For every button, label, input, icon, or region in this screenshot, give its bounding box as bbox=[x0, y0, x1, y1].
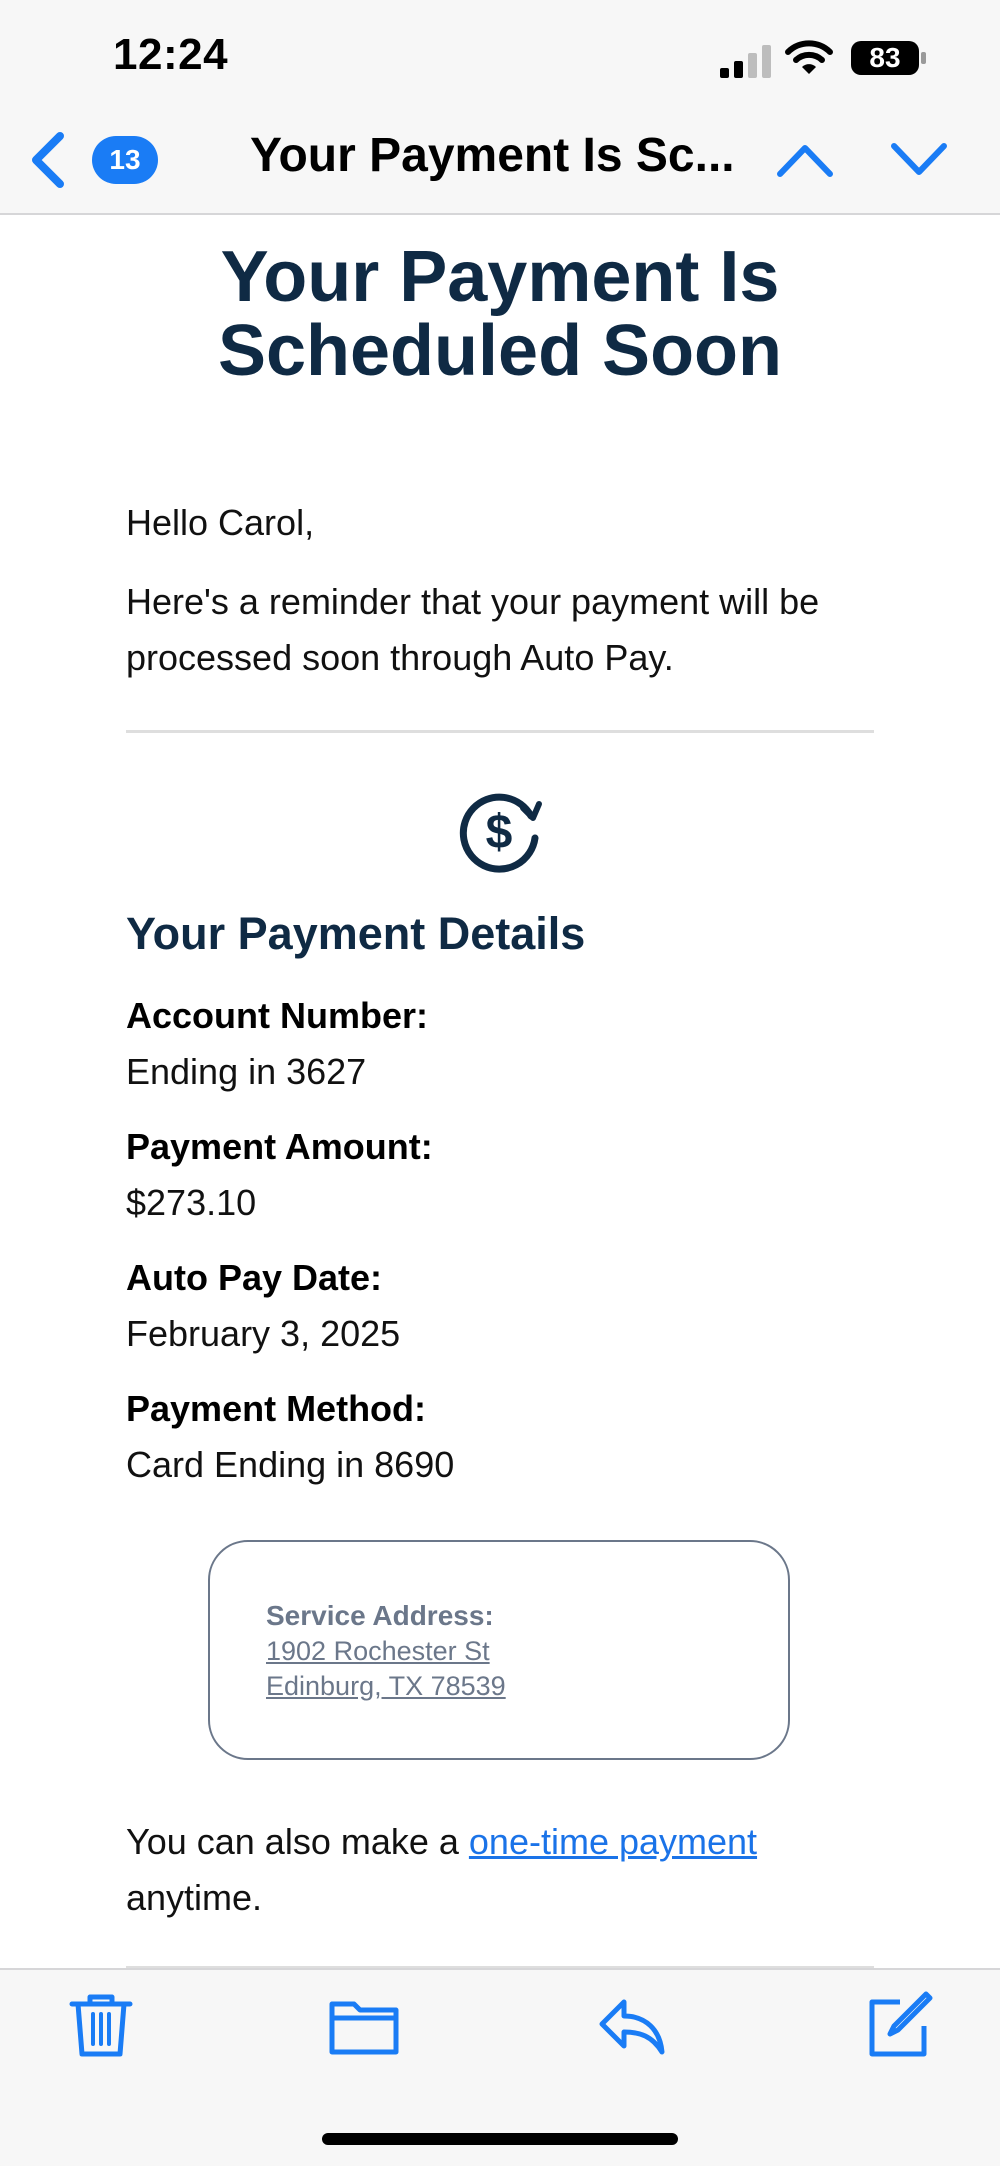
email-heading-line2: Scheduled Soon bbox=[217, 311, 783, 391]
service-address-line2[interactable]: Edinburg, TX 78539 bbox=[266, 1671, 506, 1702]
status-bar: 12:24 83 bbox=[0, 0, 1000, 118]
service-address-line1[interactable]: 1902 Rochester St bbox=[266, 1636, 490, 1667]
one-time-prefix: You can also make a bbox=[126, 1821, 469, 1862]
email-heading: Your Payment Is Scheduled Soon bbox=[100, 240, 900, 388]
intro-text: Here's a reminder that your payment will… bbox=[126, 581, 820, 678]
home-indicator[interactable] bbox=[322, 2133, 678, 2145]
folder-icon[interactable] bbox=[328, 1990, 402, 2060]
one-time-suffix: anytime. bbox=[126, 1877, 263, 1918]
auto-pay-date-label: Auto Pay Date: bbox=[126, 1257, 383, 1298]
payment-method-value: Card Ending in 8690 bbox=[126, 1444, 455, 1485]
svg-text:$: $ bbox=[486, 806, 513, 859]
chevron-left-icon[interactable] bbox=[26, 130, 70, 190]
payment-amount-value: $273.10 bbox=[126, 1182, 257, 1223]
dollar-refresh-icon: $ bbox=[459, 793, 542, 873]
email-subject-title: Your Payment Is Sc... bbox=[250, 129, 735, 182]
battery-icon: 83 bbox=[850, 39, 928, 77]
account-number-label: Account Number: bbox=[126, 995, 429, 1036]
wifi-icon bbox=[785, 40, 833, 74]
unread-count-badge[interactable]: 13 bbox=[92, 136, 158, 184]
greeting-text: Hello Carol, bbox=[126, 502, 315, 543]
status-time: 12:24 bbox=[113, 30, 229, 79]
one-time-payment-paragraph: You can also make a one-time payment anyt… bbox=[126, 1814, 886, 1926]
auto-pay-date-value: February 3, 2025 bbox=[126, 1313, 401, 1354]
payment-method-label: Payment Method: bbox=[126, 1388, 427, 1429]
service-address-label: Service Address: bbox=[266, 1600, 494, 1631]
payment-details-title: Your Payment Details bbox=[126, 908, 586, 959]
one-time-payment-link[interactable]: one-time payment bbox=[469, 1821, 757, 1862]
chevron-down-icon[interactable] bbox=[890, 140, 948, 180]
divider bbox=[126, 730, 874, 733]
chevron-up-icon[interactable] bbox=[776, 140, 834, 180]
trash-icon[interactable] bbox=[66, 1990, 136, 2060]
email-heading-line1: Your Payment Is bbox=[220, 237, 780, 317]
reply-icon[interactable] bbox=[596, 1990, 666, 2060]
payment-amount-label: Payment Amount: bbox=[126, 1126, 433, 1167]
account-number-value: Ending in 3627 bbox=[126, 1051, 367, 1092]
battery-level: 83 bbox=[869, 42, 901, 73]
compose-icon[interactable] bbox=[864, 1990, 934, 2060]
cellular-signal-icon bbox=[720, 45, 771, 78]
